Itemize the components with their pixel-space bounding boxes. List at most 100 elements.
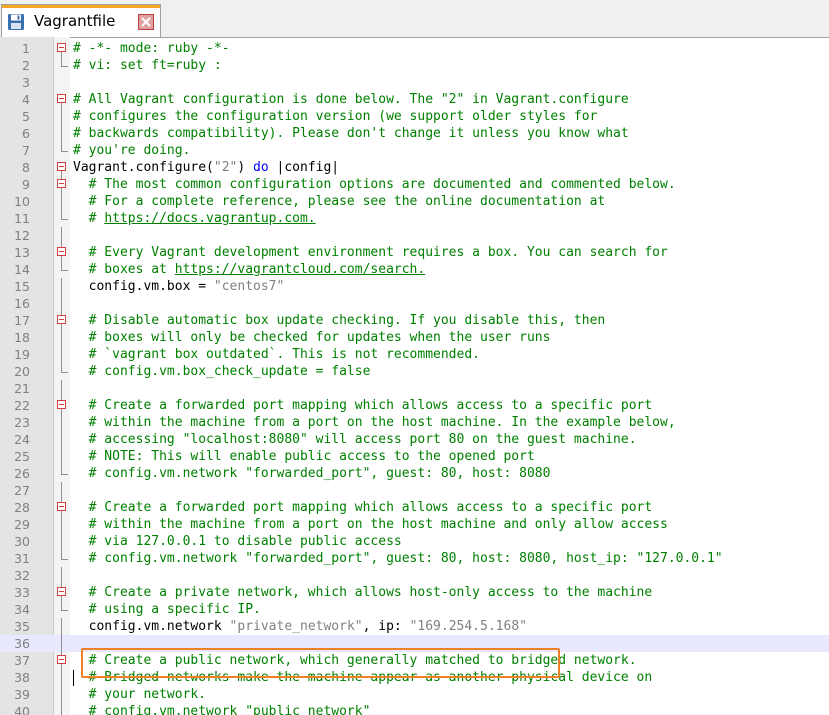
code-token: # Create a forwarded port mapping which … (88, 500, 653, 515)
code-token: # boxes at (88, 262, 175, 277)
fold-toggle-icon[interactable] (57, 587, 66, 596)
code-text: # within the machine from a port on the … (73, 414, 676, 431)
code-line[interactable]: 31 # config.vm.network "forwarded_port",… (0, 550, 829, 567)
line-number: 26 (14, 466, 30, 481)
fold-toggle-icon[interactable] (57, 247, 66, 256)
close-icon[interactable] (138, 14, 154, 30)
file-tab[interactable]: Vagrantfile (1, 4, 161, 37)
code-line[interactable]: 18 # boxes will only be checked for upda… (0, 329, 829, 346)
fold-end-marker (61, 550, 68, 560)
fold-toggle-icon[interactable] (57, 400, 66, 409)
line-number: 2 (22, 58, 30, 73)
line-number: 11 (14, 211, 30, 226)
code-text: # NOTE: This will enable public access t… (73, 448, 535, 465)
fold-toggle-icon[interactable] (57, 502, 66, 511)
code-line[interactable]: 15 config.vm.box = "centos7" (0, 278, 829, 295)
line-number: 22 (14, 398, 30, 413)
code-token: # your network. (88, 687, 207, 702)
code-line[interactable]: 35 config.vm.network "private_network", … (0, 618, 829, 635)
code-line[interactable]: 17 # Disable automatic box update checki… (0, 312, 829, 329)
code-line[interactable]: 25 # NOTE: This will enable public acces… (0, 448, 829, 465)
fold-toggle-icon[interactable] (57, 43, 66, 52)
code-line[interactable]: 8 Vagrant.configure("2") do |config| (0, 159, 829, 176)
fold-end-marker (61, 57, 68, 67)
code-line[interactable]: 24 # accessing "localhost:8080" will acc… (0, 431, 829, 448)
code-token: # within the machine from a port on the … (88, 415, 676, 430)
link[interactable]: https://vagrantcloud.com/search. (175, 262, 425, 277)
code-line[interactable]: 29 # within the machine from a port on t… (0, 516, 829, 533)
fold-guide (61, 414, 62, 431)
code-line[interactable]: 21 (0, 380, 829, 397)
code-token: # Every Vagrant development environment … (88, 245, 668, 260)
code-text: config.vm.box = "centos7" (73, 278, 285, 295)
fold-toggle-icon[interactable] (57, 162, 66, 171)
code-line[interactable]: 5 # configures the configuration version … (0, 108, 829, 125)
code-line[interactable]: 10 # For a complete reference, please se… (0, 193, 829, 210)
code-line[interactable]: 20 # config.vm.box_check_update = false (0, 363, 829, 380)
code-line[interactable]: 23 # within the machine from a port on t… (0, 414, 829, 431)
code-text: # within the machine from a port on the … (73, 516, 668, 533)
fold-guide (61, 482, 62, 499)
code-token: # vi: set ft=ruby : (73, 58, 222, 73)
tab-title: Vagrantfile (34, 12, 116, 30)
code-line[interactable]: 27 (0, 482, 829, 499)
fold-guide (61, 346, 62, 363)
code-text: # you're doing. (73, 142, 190, 159)
code-line[interactable]: 12 (0, 227, 829, 244)
code-line[interactable]: 33 # Create a private network, which all… (0, 584, 829, 601)
fold-end-marker (61, 261, 68, 271)
code-line[interactable]: 7 # you're doing. (0, 142, 829, 159)
code-line[interactable]: 40 # config.vm.network "public_network" (0, 703, 829, 715)
fold-end-marker (61, 142, 68, 152)
code-line[interactable]: 26 # config.vm.network "forwarded_port",… (0, 465, 829, 482)
code-line[interactable]: 39 # your network. (0, 686, 829, 703)
code-token: config.vm.network (73, 619, 230, 634)
line-number: 12 (14, 228, 30, 243)
code-text: # https://docs.vagrantup.com. (73, 210, 316, 227)
code-token: # within the machine from a port on the … (88, 517, 668, 532)
code-line[interactable]: 2 # vi: set ft=ruby : (0, 57, 829, 74)
tab-accent (2, 5, 160, 8)
fold-end-marker (61, 465, 68, 475)
code-text: config.vm.network "private_network", ip:… (73, 618, 527, 635)
highlight-annotation (81, 648, 560, 678)
code-token: # Create a forwarded port mapping which … (88, 398, 653, 413)
line-number: 19 (14, 347, 30, 362)
code-text: # config.vm.box_check_update = false (73, 363, 371, 380)
fold-toggle-icon[interactable] (57, 94, 66, 103)
code-text: # config.vm.network "forwarded_port", gu… (73, 465, 551, 482)
line-number: 1 (22, 41, 30, 56)
code-line[interactable]: 9 # The most common configuration option… (0, 176, 829, 193)
code-line[interactable]: 14 # boxes at https://vagrantcloud.com/s… (0, 261, 829, 278)
code-line[interactable]: 11 # https://docs.vagrantup.com. (0, 210, 829, 227)
code-line[interactable]: 1 # -*- mode: ruby -*- (0, 40, 829, 57)
code-line[interactable]: 34 # using a specific IP. (0, 601, 829, 618)
fold-toggle-icon[interactable] (57, 179, 66, 188)
code-text: # config.vm.network "public_network" (73, 703, 371, 715)
code-line[interactable]: 6 # backwards compatibility). Please don'… (0, 125, 829, 142)
code-line[interactable]: 4 # All Vagrant configuration is done bel… (0, 91, 829, 108)
fold-toggle-icon[interactable] (57, 315, 66, 324)
code-line[interactable]: 28 # Create a forwarded port mapping whi… (0, 499, 829, 516)
line-number: 28 (14, 500, 30, 515)
code-line[interactable]: 19 # `vagrant box outdated`. This is not… (0, 346, 829, 363)
fold-toggle-icon[interactable] (57, 655, 66, 664)
line-number: 20 (14, 364, 30, 379)
code-text: # using a specific IP. (73, 601, 261, 618)
code-line[interactable]: 22 # Create a forwarded port mapping whi… (0, 397, 829, 414)
code-text: # Create a forwarded port mapping which … (73, 397, 653, 414)
code-line[interactable]: 13 # Every Vagrant development environme… (0, 244, 829, 261)
code-line[interactable]: 30 # via 127.0.0.1 to disable public acc… (0, 533, 829, 550)
code-line[interactable]: 32 (0, 567, 829, 584)
code-line[interactable]: 3 (0, 74, 829, 91)
link[interactable]: https://docs.vagrantup.com. (104, 211, 315, 226)
code-line[interactable]: 16 (0, 295, 829, 312)
fold-end-marker (61, 363, 68, 373)
code-editor[interactable]: 1 # -*- mode: ruby -*- 2 # vi: set ft=ruby … (0, 37, 829, 715)
